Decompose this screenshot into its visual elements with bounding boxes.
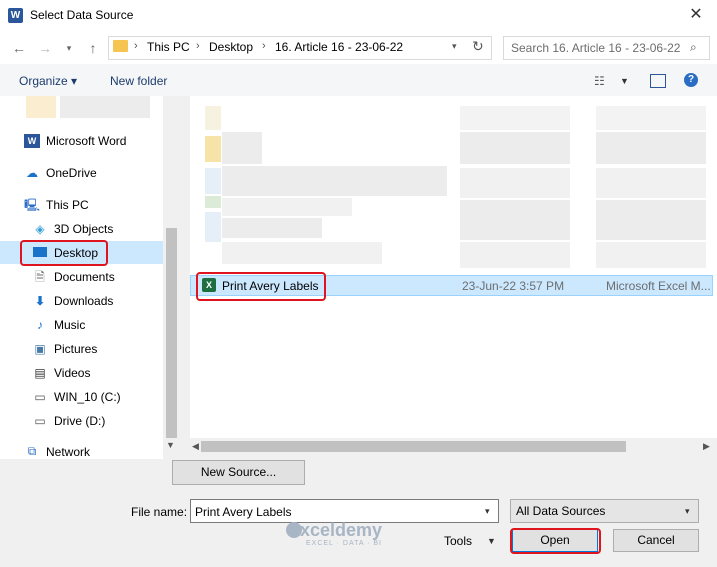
word-app-icon: W	[8, 8, 23, 23]
recent-dropdown-icon[interactable]: ▾	[60, 40, 78, 56]
scroll-right-icon[interactable]: ▶	[703, 441, 710, 452]
blurred-type	[596, 132, 706, 164]
blurred-icon	[205, 196, 221, 208]
chevron-right-icon[interactable]: ›	[196, 40, 200, 52]
drive-icon: ▭	[34, 390, 46, 404]
refresh-icon[interactable]: ↻	[472, 38, 484, 55]
blurred-name	[222, 132, 262, 164]
blurred-icon	[205, 106, 221, 130]
chevron-down-icon[interactable]: ▾	[485, 506, 490, 517]
blurred-icon	[205, 212, 221, 242]
blurred-date	[460, 106, 570, 130]
help-icon[interactable]: ?	[684, 73, 698, 87]
videos-icon: ▤	[34, 366, 46, 380]
crumb-current-folder[interactable]: 16. Article 16 - 23-06-22	[275, 40, 403, 54]
address-dropdown-icon[interactable]: ▾	[452, 41, 457, 52]
cancel-button[interactable]: Cancel	[613, 529, 699, 552]
preview-pane-icon[interactable]	[650, 74, 666, 88]
blurred-name	[222, 218, 322, 238]
nav-item-drive-d[interactable]: Drive (D:)	[54, 414, 105, 428]
nav-item-documents[interactable]: Documents	[54, 270, 115, 284]
horizontal-scrollbar-thumb[interactable]	[201, 441, 626, 452]
crumb-desktop[interactable]: Desktop	[209, 40, 253, 54]
word-icon: W	[24, 134, 40, 148]
network-icon: ⧉	[27, 444, 37, 458]
folder-icon	[113, 40, 128, 52]
new-source-button[interactable]: New Source...	[172, 460, 305, 485]
file-name-value: Print Avery Labels	[195, 505, 292, 519]
new-folder-button[interactable]: New folder	[110, 74, 167, 88]
blurred-icon	[205, 168, 221, 194]
blurred-name	[222, 166, 447, 196]
close-icon[interactable]: ✕	[683, 4, 709, 26]
blurred-item	[60, 96, 150, 118]
file-list	[190, 96, 717, 438]
nav-item-downloads[interactable]: Downloads	[54, 294, 113, 308]
window-title: Select Data Source	[30, 8, 134, 22]
nav-item-microsoft-word[interactable]: Microsoft Word	[46, 134, 126, 148]
chevron-down-icon[interactable]: ▾	[685, 506, 690, 517]
watermark-text: exceldemy	[290, 520, 383, 540]
search-icon[interactable]: ⌕	[690, 40, 697, 55]
blurred-date	[460, 168, 570, 198]
chevron-right-icon[interactable]: ›	[134, 40, 138, 52]
nav-item-pictures[interactable]: Pictures	[54, 342, 97, 356]
back-arrow-icon[interactable]: ←	[10, 40, 28, 56]
tools-dropdown-icon[interactable]: ▼	[487, 536, 496, 546]
file-type-select-value: All Data Sources	[516, 504, 606, 518]
nav-item-network[interactable]: Network	[46, 445, 90, 459]
desktop-highlight-box	[20, 240, 108, 266]
blurred-name	[222, 198, 352, 216]
file-name-label: File name:	[131, 505, 188, 519]
blurred-name	[222, 242, 382, 264]
watermark-tagline: EXCEL · DATA · BI	[306, 540, 382, 547]
documents-icon: 🗎	[35, 270, 45, 284]
tools-menu[interactable]: Tools	[444, 534, 472, 548]
forward-arrow-icon[interactable]: →	[36, 40, 54, 56]
nav-item-this-pc[interactable]: This PC	[46, 198, 89, 212]
search-placeholder: Search 16. Article 16 - 23-06-22	[511, 41, 681, 55]
up-arrow-icon[interactable]: ↑	[84, 40, 102, 56]
music-icon: ♪	[37, 318, 43, 332]
nav-item-music[interactable]: Music	[54, 318, 85, 332]
scroll-left-icon[interactable]: ◀	[192, 441, 199, 452]
organize-button[interactable]: Organize ▾	[19, 74, 77, 88]
blurred-type	[596, 106, 706, 130]
blurred-type	[596, 200, 706, 240]
blurred-date	[460, 132, 570, 164]
cloud-icon: ☁	[26, 166, 38, 180]
file-highlight-box	[196, 272, 326, 301]
open-highlight-box	[510, 528, 601, 554]
blurred-type	[596, 168, 706, 198]
view-options-icon[interactable]: ☷	[594, 74, 605, 88]
nav-item-onedrive[interactable]: OneDrive	[46, 166, 97, 180]
view-dropdown-icon[interactable]: ▼	[620, 76, 629, 86]
scroll-down-icon[interactable]: ▼	[166, 440, 175, 450]
download-icon: ⬇	[34, 294, 46, 308]
blurred-date	[460, 200, 570, 240]
pictures-icon: ▣	[34, 342, 46, 356]
blurred-type	[596, 242, 706, 268]
file-date: 23-Jun-22 3:57 PM	[462, 279, 565, 293]
crumb-this-pc[interactable]: This PC	[147, 40, 190, 54]
nav-item-3d-objects[interactable]: 3D Objects	[54, 222, 113, 236]
pc-icon: 🖳	[24, 198, 41, 212]
toolbar	[0, 64, 717, 96]
nav-item-videos[interactable]: Videos	[54, 366, 90, 380]
chevron-right-icon[interactable]: ›	[262, 40, 266, 52]
nav-item-win10-c[interactable]: WIN_10 (C:)	[54, 390, 121, 404]
file-type: Microsoft Excel M...	[606, 279, 711, 293]
cube-icon: ◈	[35, 222, 45, 236]
blurred-icon	[205, 136, 221, 162]
blurred-date	[460, 242, 570, 268]
nav-scrollbar-thumb[interactable]	[166, 228, 177, 438]
blurred-item	[26, 96, 56, 118]
drive-icon: ▭	[34, 414, 46, 428]
